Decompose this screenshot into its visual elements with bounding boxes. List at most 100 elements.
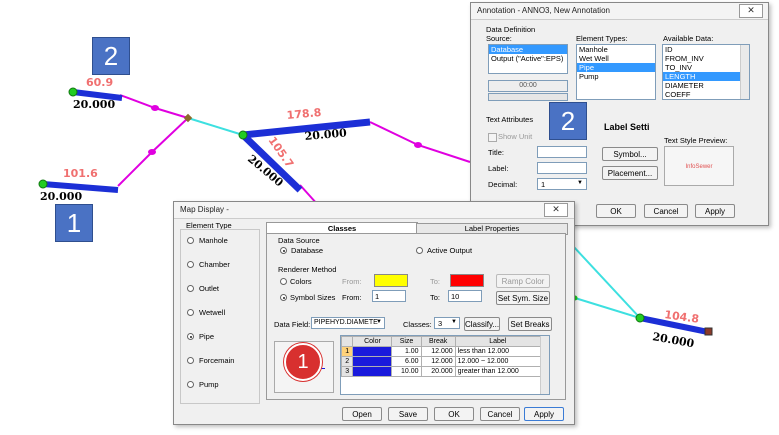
ok-button[interactable]: OK [434, 407, 474, 421]
time-scrollbar[interactable] [488, 93, 568, 101]
symbol-sizes-radio[interactable] [280, 294, 287, 301]
row-label[interactable]: less than 12.000 [454, 346, 542, 357]
close-icon[interactable]: ✕ [739, 4, 763, 18]
table-header [341, 336, 354, 347]
colors-label: Colors [290, 277, 312, 286]
available-data-list-item[interactable]: LENGTH [663, 72, 749, 81]
time-field[interactable]: 00:00 [488, 80, 568, 92]
outlet-node[interactable] [704, 327, 713, 336]
save-button[interactable]: Save [388, 407, 428, 421]
available-data-list-item[interactable]: DIAMETER [663, 81, 749, 90]
source-list-item[interactable]: Output ("Active":EPS) [489, 54, 567, 63]
element-type-radio[interactable] [187, 357, 194, 364]
show-unit-checkbox[interactable] [488, 133, 497, 142]
element-type-radio[interactable] [187, 333, 194, 340]
element-type-list-item[interactable]: Wet Well [577, 54, 655, 63]
classes-select[interactable]: 3 ▼ [434, 317, 460, 329]
manhole-node[interactable] [38, 179, 48, 189]
list-scrollbar[interactable] [740, 45, 749, 99]
element-type-option[interactable]: Forcemain [187, 356, 257, 366]
element-type-option[interactable]: Pipe [187, 332, 257, 342]
source-list-item[interactable]: Database [489, 45, 567, 54]
row-number[interactable]: 2 [341, 356, 354, 367]
row-color-swatch[interactable] [352, 356, 393, 367]
element-type-option[interactable]: Pump [187, 380, 257, 390]
element-type-option[interactable]: Outlet [187, 284, 257, 294]
element-type-option[interactable]: Chamber [187, 260, 257, 270]
element-type-list-item[interactable]: Pipe [577, 63, 655, 72]
from-color-swatch[interactable] [374, 274, 408, 287]
table-row[interactable]: 1 1.00 12.000 less than 12.000 [341, 346, 542, 357]
callout-badge-two: 2 [549, 102, 587, 140]
classify-button[interactable]: Classify... [464, 317, 500, 331]
row-size[interactable]: 10.00 [391, 366, 422, 377]
element-type-radio[interactable] [187, 381, 194, 388]
available-data-list-item[interactable]: PARALLEL [663, 99, 749, 100]
label-settings-heading: Label Setti [604, 122, 650, 132]
element-type-radio[interactable] [187, 285, 194, 292]
apply-button[interactable]: Apply [695, 204, 735, 218]
database-radio[interactable] [280, 247, 287, 254]
cancel-button[interactable]: Cancel [644, 204, 688, 218]
text-attributes-heading: Text Attributes [486, 115, 534, 124]
placement-button[interactable]: Placement... [602, 166, 658, 180]
cancel-button[interactable]: Cancel [480, 407, 520, 421]
classes-grid[interactable]: Color Size Break Label 1 1.00 12.000 less than… [341, 336, 542, 377]
available-data-list-item[interactable]: TO_INV [663, 63, 749, 72]
from-size-field[interactable]: 1 [372, 290, 406, 302]
map-display-dialog-title: Map Display - [174, 202, 574, 219]
pipe-diameter-label: 20.000 [304, 126, 347, 143]
element-type-list-item[interactable]: Pump [577, 72, 655, 81]
row-size[interactable]: 6.00 [391, 356, 422, 367]
ok-button[interactable]: OK [596, 204, 636, 218]
table-scrollbar[interactable] [540, 336, 549, 394]
ramp-color-button[interactable]: Ramp Color [496, 274, 550, 288]
symbol-button[interactable]: Symbol... [602, 147, 658, 161]
row-number[interactable]: 3 [341, 366, 354, 377]
manhole-node[interactable] [635, 313, 645, 323]
classes-table[interactable]: Color Size Break Label 1 1.00 12.000 less than… [340, 335, 550, 395]
connector-pipe-top[interactable] [187, 117, 244, 136]
title-field[interactable] [537, 146, 587, 158]
row-size[interactable]: 1.00 [391, 346, 422, 357]
set-breaks-button[interactable]: Set Breaks [508, 317, 552, 331]
apply-button[interactable]: Apply [524, 407, 564, 421]
label-field[interactable] [537, 162, 587, 174]
available-data-list-item[interactable]: ID [663, 45, 749, 54]
element-type-radio[interactable] [187, 237, 194, 244]
active-output-radio[interactable] [416, 247, 423, 254]
decimal-select[interactable]: 1 ▼ [537, 178, 587, 190]
element-type-option[interactable]: Manhole [187, 236, 257, 246]
element-type-list-item[interactable]: Manhole [577, 45, 655, 54]
colors-radio[interactable] [280, 278, 287, 285]
row-break[interactable]: 12.000 [420, 356, 456, 367]
close-icon[interactable]: ✕ [544, 203, 568, 217]
data-field-select[interactable]: PIPEHYD.DIAMETE ▼ [311, 317, 385, 329]
available-data-list[interactable]: IDFROM_INVTO_INVLENGTHDIAMETERCOEFFPARAL… [662, 44, 750, 100]
set-sym-size-button[interactable]: Set Sym. Size [496, 291, 550, 305]
row-label[interactable]: 12.000 ~ 12.000 [454, 356, 542, 367]
element-type-option[interactable]: Wetwell [187, 308, 257, 318]
active-output-label: Active Output [427, 246, 473, 255]
table-row[interactable]: 3 10.00 20.000 greater than 12.000 [341, 366, 542, 377]
row-break[interactable]: 20.000 [420, 366, 456, 377]
source-list[interactable]: Database Output ("Active":EPS) [488, 44, 568, 74]
manhole-node[interactable] [68, 87, 78, 97]
thin-pipe-right[interactable] [369, 121, 471, 163]
row-number[interactable]: 1 [341, 346, 354, 357]
available-data-list-item[interactable]: FROM_INV [663, 54, 749, 63]
to-color-swatch[interactable] [450, 274, 484, 287]
table-row[interactable]: 2 6.00 12.000 12.000 ~ 12.000 [341, 356, 542, 367]
element-type-radio[interactable] [187, 309, 194, 316]
row-color-swatch[interactable] [352, 366, 393, 377]
row-label[interactable]: greater than 12.000 [454, 366, 542, 377]
element-type-radio[interactable] [187, 261, 194, 268]
row-break[interactable]: 12.000 [420, 346, 456, 357]
manhole-node[interactable] [238, 130, 248, 140]
available-data-list-item[interactable]: COEFF [663, 90, 749, 99]
open-button[interactable]: Open [342, 407, 382, 421]
to-size-field[interactable]: 10 [448, 290, 482, 302]
annotation-dialog: Annotation - ANNO3, New Annotation ✕ Dat… [470, 2, 769, 226]
element-types-list[interactable]: Manhole Wet Well Pipe Pump [576, 44, 656, 100]
row-color-swatch[interactable] [352, 346, 393, 357]
